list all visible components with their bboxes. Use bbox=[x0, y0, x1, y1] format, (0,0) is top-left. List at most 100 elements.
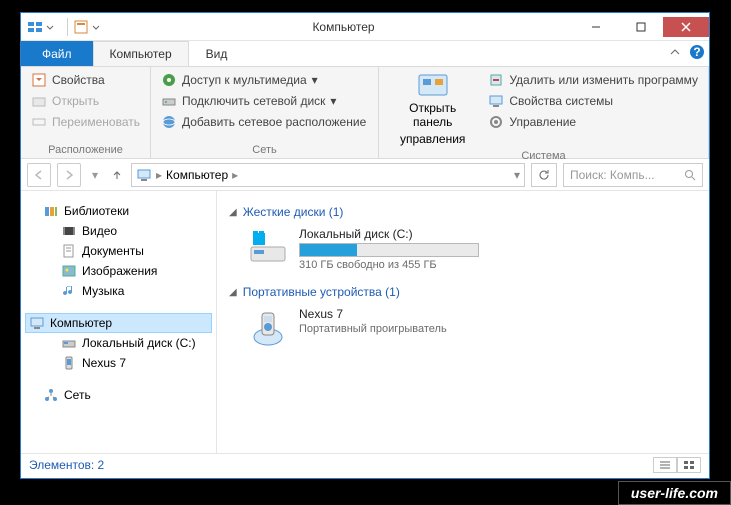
chevron-right-icon[interactable]: ▸ bbox=[156, 168, 162, 182]
globe-icon bbox=[161, 114, 177, 130]
disk-usage-fill bbox=[300, 244, 357, 256]
computer-icon bbox=[488, 93, 504, 109]
open-icon bbox=[31, 93, 47, 109]
refresh-button[interactable] bbox=[531, 163, 557, 187]
local-disk-item[interactable]: Локальный диск (C:) 310 ГБ свободно из 4… bbox=[247, 227, 697, 271]
content-area: Библиотеки Видео Документы Изображения М… bbox=[21, 191, 709, 453]
quick-access-toolbar bbox=[21, 18, 114, 36]
main-panel: ◢Жесткие диски (1) Локальный диск (C:) 3… bbox=[217, 191, 709, 453]
breadcrumb-item[interactable]: Компьютер bbox=[166, 168, 228, 182]
forward-button[interactable] bbox=[57, 163, 81, 187]
collapse-icon: ◢ bbox=[229, 287, 237, 298]
drive-icon bbox=[161, 93, 177, 109]
navigation-bar: ▾ ▸ Компьютер ▸ ▾ Поиск: Компь... bbox=[21, 159, 709, 191]
qat-dropdown-icon[interactable] bbox=[92, 19, 108, 35]
disk-name: Локальный диск (C:) bbox=[299, 227, 479, 241]
separator bbox=[67, 18, 68, 36]
dropdown-icon[interactable]: ▾ bbox=[514, 168, 520, 182]
details-view-button[interactable] bbox=[653, 457, 677, 473]
ribbon-map-drive[interactable]: Подключить сетевой диск▾ bbox=[159, 92, 368, 110]
ribbon-manage[interactable]: Управление bbox=[486, 113, 700, 131]
music-icon bbox=[61, 283, 77, 299]
tree-video[interactable]: Видео bbox=[25, 221, 212, 241]
collapse-ribbon-icon[interactable] bbox=[669, 46, 681, 58]
chevron-right-icon[interactable]: ▸ bbox=[232, 168, 238, 182]
player-icon bbox=[247, 307, 289, 349]
documents-icon bbox=[61, 243, 77, 259]
disk-icon bbox=[247, 227, 289, 269]
control-panel-icon bbox=[417, 73, 449, 99]
window-title: Компьютер bbox=[114, 20, 573, 34]
tree-music[interactable]: Музыка bbox=[25, 281, 212, 301]
computer-icon bbox=[136, 167, 152, 183]
tree-local-disk[interactable]: Локальный диск (C:) bbox=[25, 333, 212, 353]
icons-view-button[interactable] bbox=[677, 457, 701, 473]
network-icon bbox=[43, 387, 59, 403]
disk-usage-bar bbox=[299, 243, 479, 257]
watermark: user-life.com bbox=[618, 481, 731, 505]
minimize-button[interactable] bbox=[573, 17, 618, 37]
search-icon bbox=[684, 169, 696, 181]
tree-libraries[interactable]: Библиотеки bbox=[25, 201, 212, 221]
pictures-icon bbox=[61, 263, 77, 279]
search-placeholder: Поиск: Компь... bbox=[570, 168, 655, 182]
navigation-tree: Библиотеки Видео Документы Изображения М… bbox=[21, 191, 217, 453]
history-dropdown[interactable]: ▾ bbox=[87, 163, 103, 187]
tree-documents[interactable]: Документы bbox=[25, 241, 212, 261]
group-portable-devices[interactable]: ◢Портативные устройства (1) bbox=[229, 285, 697, 299]
back-button[interactable] bbox=[27, 163, 51, 187]
status-bar: Элементов: 2 bbox=[21, 453, 709, 475]
uninstall-icon bbox=[488, 72, 504, 88]
tab-file[interactable]: Файл bbox=[21, 41, 93, 66]
qat-dropdown-icon[interactable] bbox=[46, 19, 62, 35]
video-icon bbox=[61, 223, 77, 239]
ribbon-tabs: Файл Компьютер Вид ? bbox=[21, 41, 709, 67]
tab-computer[interactable]: Компьютер bbox=[93, 41, 189, 66]
window-controls bbox=[573, 17, 709, 37]
ribbon-properties[interactable]: Свойства bbox=[29, 71, 142, 89]
properties-icon bbox=[31, 72, 47, 88]
ribbon-add-location[interactable]: Добавить сетевое расположение bbox=[159, 113, 368, 131]
device-type: Портативный проигрыватель bbox=[299, 323, 447, 335]
address-bar[interactable]: ▸ Компьютер ▸ ▾ bbox=[131, 163, 525, 187]
tree-pictures[interactable]: Изображения bbox=[25, 261, 212, 281]
tree-computer[interactable]: Компьютер bbox=[25, 313, 212, 333]
disk-free-text: 310 ГБ свободно из 455 ГБ bbox=[299, 259, 479, 271]
tab-view[interactable]: Вид bbox=[189, 41, 245, 66]
ribbon-system-props[interactable]: Свойства системы bbox=[486, 92, 700, 110]
svg-text:?: ? bbox=[693, 45, 700, 59]
group-hard-disks[interactable]: ◢Жесткие диски (1) bbox=[229, 205, 697, 219]
tree-network[interactable]: Сеть bbox=[25, 385, 212, 405]
close-button[interactable] bbox=[663, 17, 709, 37]
ribbon-uninstall[interactable]: Удалить или изменить программу bbox=[486, 71, 700, 89]
device-name: Nexus 7 bbox=[299, 307, 447, 321]
ribbon-rename: Переименовать bbox=[29, 113, 142, 131]
search-box[interactable]: Поиск: Компь... bbox=[563, 163, 703, 187]
tree-nexus[interactable]: Nexus 7 bbox=[25, 353, 212, 373]
app-icon bbox=[27, 19, 43, 35]
ribbon-control-panel[interactable]: Открыть панель управления bbox=[387, 71, 478, 148]
ribbon: Свойства Открыть Переименовать Расположе… bbox=[21, 67, 709, 159]
dropdown-icon: ▾ bbox=[330, 94, 336, 108]
help-icon[interactable]: ? bbox=[689, 44, 705, 60]
manage-icon bbox=[488, 114, 504, 130]
item-count: Элементов: 2 bbox=[29, 458, 104, 472]
ribbon-media-access[interactable]: Доступ к мультимедиа▾ bbox=[159, 71, 368, 89]
ribbon-open: Открыть bbox=[29, 92, 142, 110]
media-icon bbox=[161, 72, 177, 88]
properties-icon[interactable] bbox=[73, 19, 89, 35]
collapse-icon: ◢ bbox=[229, 207, 237, 218]
nexus-device-item[interactable]: Nexus 7 Портативный проигрыватель bbox=[247, 307, 697, 349]
group-label: Система bbox=[387, 148, 700, 162]
dropdown-icon: ▾ bbox=[312, 73, 318, 87]
explorer-window: Компьютер Файл Компьютер Вид ? Свойства … bbox=[20, 12, 710, 479]
group-label: Сеть bbox=[159, 142, 370, 156]
title-bar: Компьютер bbox=[21, 13, 709, 41]
up-button[interactable] bbox=[109, 163, 125, 187]
device-icon bbox=[61, 355, 77, 371]
rename-icon bbox=[31, 114, 47, 130]
computer-icon bbox=[29, 315, 45, 331]
libraries-icon bbox=[43, 203, 59, 219]
group-label: Расположение bbox=[29, 142, 142, 156]
maximize-button[interactable] bbox=[618, 17, 663, 37]
